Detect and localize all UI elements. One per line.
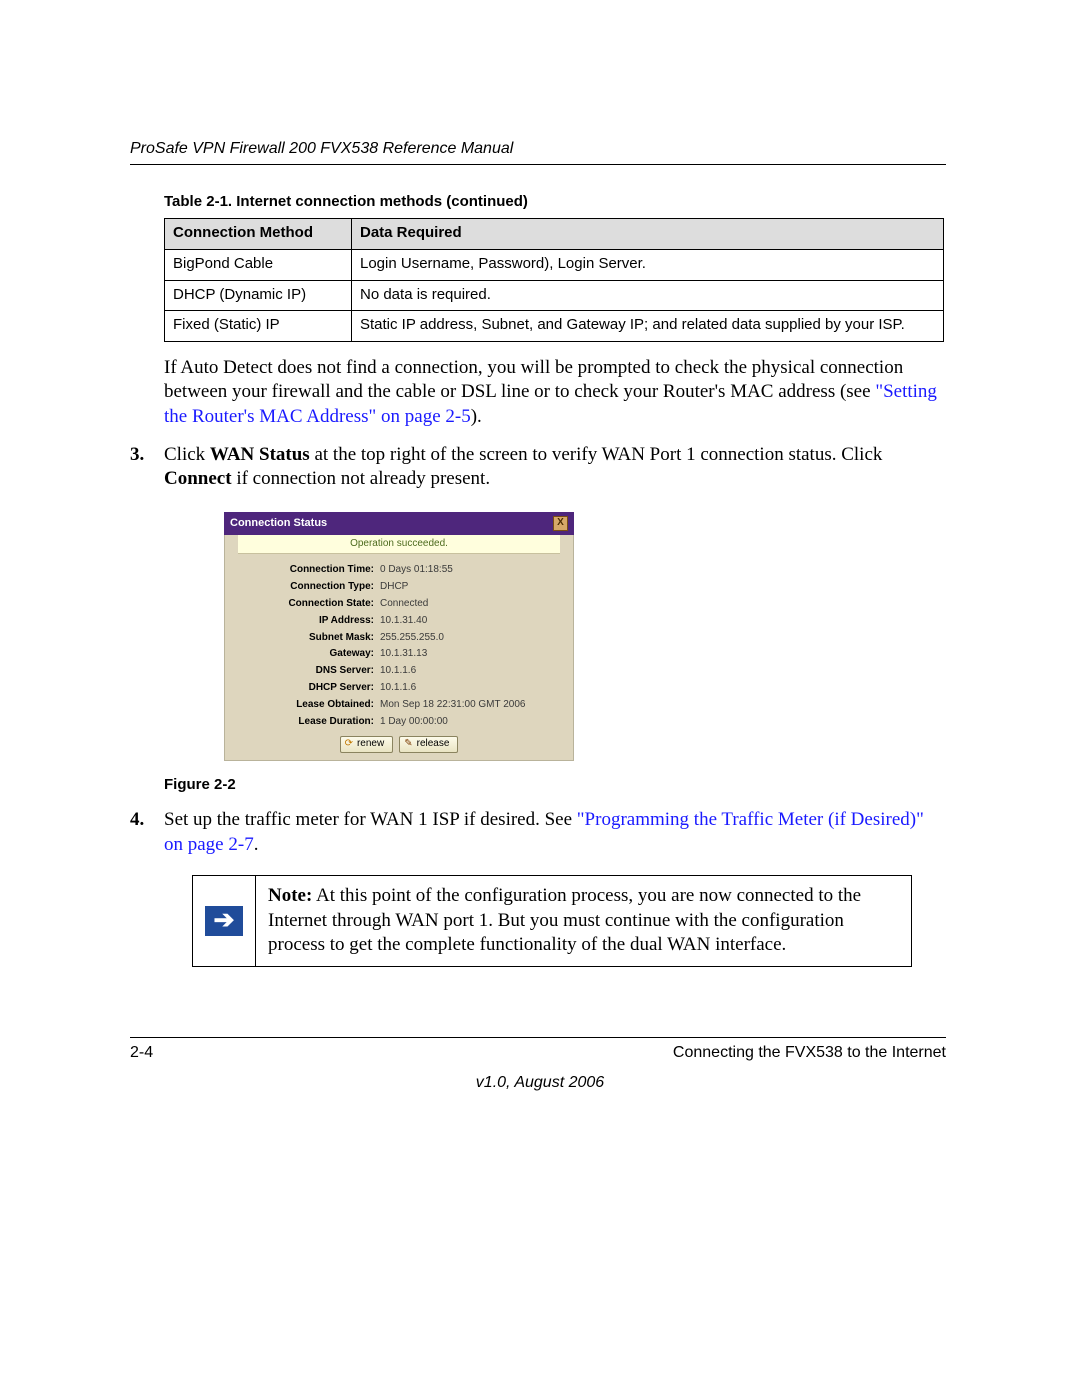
- connection-status-figure: Connection Status X Operation succeeded.…: [224, 512, 946, 762]
- ui-term-connect: Connect: [164, 468, 232, 489]
- cs-label: DNS Server:: [224, 665, 380, 678]
- cs-label: Gateway:: [224, 648, 380, 661]
- cs-row: IP Address:10.1.31.40: [224, 613, 574, 630]
- text: Set up the traffic meter for WAN 1 ISP i…: [164, 809, 577, 830]
- cs-row: Connection Time:0 Days 01:18:55: [224, 562, 574, 579]
- section-title: Connecting the FVX538 to the Internet: [673, 1044, 946, 1062]
- step-3: 3. Click WAN Status at the top right of …: [130, 443, 946, 794]
- cell-data: Login Username, Password), Login Server.: [352, 249, 944, 280]
- text: If Auto Detect does not find a connectio…: [164, 357, 903, 402]
- btn-label: release: [417, 738, 450, 751]
- cs-status-message: Operation succeeded.: [238, 535, 560, 555]
- cs-title: Connection Status: [230, 516, 327, 530]
- cell-method: BigPond Cable: [165, 249, 352, 280]
- cs-row: Connection State:Connected: [224, 596, 574, 613]
- cs-label: Lease Duration:: [224, 716, 380, 729]
- table-header-row: Connection Method Data Required: [165, 219, 944, 250]
- refresh-icon: ⟳: [345, 738, 353, 751]
- cs-value: 10.1.31.40: [380, 615, 427, 628]
- cs-row: DNS Server:10.1.1.6: [224, 663, 574, 680]
- figure-caption: Figure 2-2: [164, 775, 946, 794]
- text: if connection not already present.: [232, 468, 491, 489]
- cell-method: DHCP (Dynamic IP): [165, 280, 352, 311]
- disconnect-icon: ✎: [404, 738, 412, 751]
- note-box: ➔ Note: At this point of the configurati…: [192, 875, 912, 967]
- table-row: DHCP (Dynamic IP) No data is required.: [165, 280, 944, 311]
- table-caption: Table 2-1. Internet connection methods (…: [164, 193, 946, 210]
- step-4: 4. Set up the traffic meter for WAN 1 IS…: [130, 808, 946, 967]
- connection-status-panel: Connection Status X Operation succeeded.…: [224, 512, 574, 762]
- page-footer: 2-4 Connecting the FVX538 to the Interne…: [130, 1037, 946, 1062]
- cs-label: Connection Type:: [224, 581, 380, 594]
- cs-value: 10.1.1.6: [380, 682, 416, 695]
- version-footer: v1.0, August 2006: [0, 1074, 1080, 1092]
- running-header: ProSafe VPN Firewall 200 FVX538 Referenc…: [130, 140, 946, 165]
- note-label: Note:: [268, 885, 312, 906]
- step-number: 4.: [130, 808, 144, 832]
- auto-detect-paragraph: If Auto Detect does not find a connectio…: [164, 356, 946, 429]
- cs-rows: Connection Time:0 Days 01:18:55 Connecti…: [224, 562, 574, 730]
- cs-label: IP Address:: [224, 615, 380, 628]
- connection-methods-table: Connection Method Data Required BigPond …: [164, 218, 944, 342]
- note-text: At this point of the configuration proce…: [268, 885, 861, 955]
- text: Click: [164, 444, 210, 465]
- renew-button[interactable]: ⟳ renew: [340, 736, 394, 753]
- cs-row: Gateway:10.1.31.13: [224, 646, 574, 663]
- text: .: [254, 834, 259, 855]
- table-header-method: Connection Method: [165, 219, 352, 250]
- cs-label: DHCP Server:: [224, 682, 380, 695]
- cs-value: 1 Day 00:00:00: [380, 716, 448, 729]
- cs-value: 0 Days 01:18:55: [380, 564, 453, 577]
- cs-row: Lease Duration:1 Day 00:00:00: [224, 714, 574, 731]
- cs-label: Connection State:: [224, 598, 380, 611]
- btn-label: renew: [357, 738, 384, 751]
- cs-value: Mon Sep 18 22:31:00 GMT 2006: [380, 699, 525, 712]
- arrow-right-icon: ➔: [205, 906, 243, 936]
- note-text-cell: Note: At this point of the configuration…: [256, 875, 912, 966]
- cs-value: 255.255.255.0: [380, 632, 444, 645]
- cs-row: Connection Type:DHCP: [224, 579, 574, 596]
- steps-list: 3. Click WAN Status at the top right of …: [130, 443, 946, 967]
- page-number: 2-4: [130, 1044, 153, 1062]
- cell-method: Fixed (Static) IP: [165, 311, 352, 342]
- ui-term-wan-status: WAN Status: [210, 444, 310, 465]
- cs-label: Subnet Mask:: [224, 632, 380, 645]
- note-icon-cell: ➔: [193, 875, 256, 966]
- cell-data: Static IP address, Subnet, and Gateway I…: [352, 311, 944, 342]
- cs-value: Connected: [380, 598, 428, 611]
- cs-label: Connection Time:: [224, 564, 380, 577]
- close-icon[interactable]: X: [553, 516, 568, 531]
- release-button[interactable]: ✎ release: [399, 736, 458, 753]
- table-row: Fixed (Static) IP Static IP address, Sub…: [165, 311, 944, 342]
- cs-value: 10.1.31.13: [380, 648, 427, 661]
- cs-row: Lease Obtained:Mon Sep 18 22:31:00 GMT 2…: [224, 697, 574, 714]
- text: ).: [471, 406, 482, 427]
- cs-titlebar: Connection Status X: [224, 512, 574, 535]
- cs-row: Subnet Mask:255.255.255.0: [224, 630, 574, 647]
- cs-row: DHCP Server:10.1.1.6: [224, 680, 574, 697]
- cs-buttons: ⟳ renew ✎ release: [224, 736, 574, 753]
- cell-data: No data is required.: [352, 280, 944, 311]
- step-number: 3.: [130, 443, 144, 467]
- page-content: ProSafe VPN Firewall 200 FVX538 Referenc…: [130, 140, 946, 981]
- cs-label: Lease Obtained:: [224, 699, 380, 712]
- cs-value: 10.1.1.6: [380, 665, 416, 678]
- table-header-data: Data Required: [352, 219, 944, 250]
- cs-value: DHCP: [380, 581, 408, 594]
- text: at the top right of the screen to verify…: [310, 444, 883, 465]
- table-row: BigPond Cable Login Username, Password),…: [165, 249, 944, 280]
